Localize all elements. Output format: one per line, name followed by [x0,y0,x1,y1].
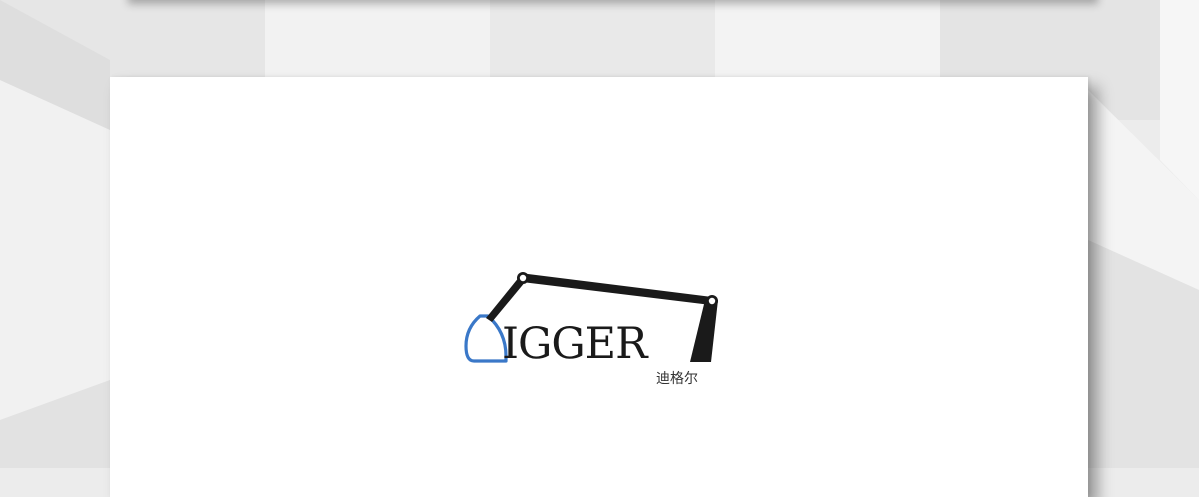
digger-logo: IGGER 迪格尔 [462,266,732,396]
logo-wordmark: IGGER [502,319,647,369]
logo-tagline: 迪格尔 [656,371,698,387]
